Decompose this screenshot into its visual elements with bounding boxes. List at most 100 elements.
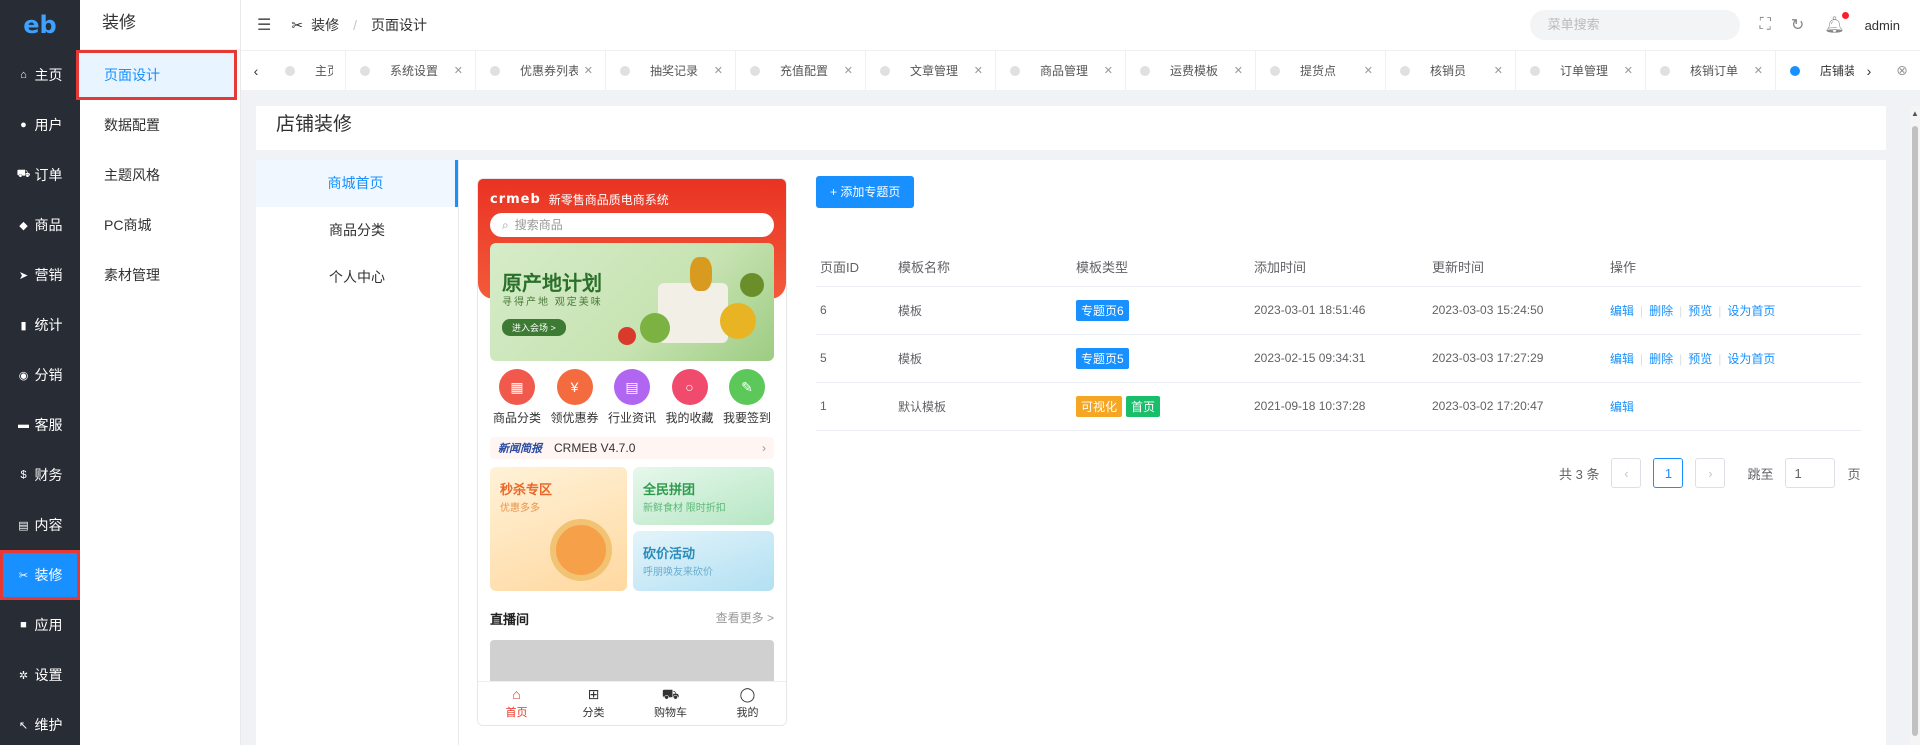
prev-page-button[interactable]: ‹	[1611, 458, 1642, 488]
promo-bargain: 砍价活动 呼朋唤友来砍价	[633, 531, 774, 591]
close-icon[interactable]: ✕	[844, 64, 853, 77]
column-header: 添加时间	[1250, 248, 1428, 287]
jump-page-input[interactable]: 1	[1785, 458, 1836, 488]
sidebar-item-12[interactable]: ■ 应用	[0, 600, 80, 650]
action-link[interactable]: 删除	[1634, 304, 1673, 318]
sidebar-item-11[interactable]: ✂ 装修	[0, 550, 80, 600]
action-link[interactable]: 编辑	[1610, 352, 1634, 366]
submenu-item[interactable]: 数据配置	[80, 100, 240, 150]
scroll-up-icon[interactable]: ▲	[1911, 109, 1919, 118]
tab-item[interactable]: 主页	[271, 51, 346, 90]
tab-item[interactable]: 提货点 ✕	[1256, 51, 1386, 90]
sidebar-item-14[interactable]: ↖ 维护	[0, 700, 80, 745]
tab-item[interactable]: 文章管理 ✕	[866, 51, 996, 90]
sidebar-item-label: 营销	[34, 267, 63, 283]
close-icon[interactable]: ✕	[1624, 64, 1633, 77]
action-link[interactable]: 删除	[1634, 352, 1673, 366]
close-icon[interactable]: ✕	[584, 64, 593, 77]
sidebar-item-3[interactable]: ⛟ 订单	[0, 150, 80, 200]
submenu-item[interactable]: 页面设计	[76, 50, 237, 100]
tab-item[interactable]: 订单管理 ✕	[1516, 51, 1646, 90]
refresh-icon[interactable]: ↻	[1791, 15, 1804, 35]
chevron-right-icon: ›	[762, 441, 766, 455]
sidebar-item-10[interactable]: ▤ 内容	[0, 500, 80, 550]
app-logo[interactable]: eb	[0, 0, 80, 50]
close-icon[interactable]: ✕	[1104, 64, 1113, 77]
sidebar-item-13[interactable]: ✲ 设置	[0, 650, 80, 700]
page-number-button[interactable]: 1	[1653, 458, 1684, 488]
close-icon[interactable]: ✕	[454, 64, 463, 77]
scrollbar-thumb[interactable]	[1912, 126, 1918, 736]
sidebar-item-8[interactable]: ▬ 客服	[0, 400, 80, 450]
type-badge: 可视化	[1076, 395, 1123, 417]
fullscreen-icon[interactable]: ⛶	[1760, 16, 1771, 34]
tab-label: 订单管理	[1560, 64, 1609, 78]
bell-icon[interactable]: 🔔︎	[1824, 12, 1849, 35]
close-all-tabs-icon[interactable]: ⊗	[1884, 62, 1920, 79]
add-topic-page-button[interactable]: + 添加专题页	[816, 176, 915, 208]
close-icon[interactable]: ✕	[1494, 64, 1503, 77]
page-category-item[interactable]: 商城首页	[256, 160, 458, 207]
phone-tab-label: 购物车	[654, 707, 687, 719]
sidebar-item-7[interactable]: ◉ 分销	[0, 350, 80, 400]
sidebar-item-9[interactable]: $ 财务	[0, 450, 80, 500]
sidebar-item-6[interactable]: ▮ 统计	[0, 300, 80, 350]
action-link[interactable]: 设为首页	[1712, 304, 1775, 318]
template-table: 页面ID 模板名称 模板类型 添加时间 更新时间 操作 6 模板 专题页6 2023-03-01…	[816, 248, 1861, 431]
user-menu[interactable]: admin	[1865, 18, 1900, 33]
breadcrumb-root[interactable]: 装修	[311, 15, 339, 35]
submenu-item[interactable]: 素材管理	[80, 250, 240, 300]
tab-item[interactable]: 抽奖记录 ✕	[606, 51, 736, 90]
action-link[interactable]: 编辑	[1610, 304, 1634, 318]
close-icon[interactable]: ✕	[1364, 64, 1373, 77]
cell-type: 可视化 首页	[1072, 382, 1250, 431]
close-icon[interactable]: ✕	[974, 64, 983, 77]
tab-label: 核销员	[1430, 64, 1467, 78]
column-header: 更新时间	[1428, 248, 1606, 287]
cell-id: 6	[816, 286, 894, 335]
tab-item[interactable]: 优惠券列表 ✕	[476, 51, 606, 90]
tab-item[interactable]: 店铺装修	[1776, 51, 1854, 90]
sidebar-item-2[interactable]: ● 用户	[0, 100, 80, 150]
table-row: 1 默认模板 可视化 首页 2021-09-18 10:37:28 2023-03-02 …	[816, 382, 1861, 431]
tabs-scroll-left-icon[interactable]: ‹	[241, 63, 271, 79]
sidebar-item-label: 内容	[34, 517, 63, 533]
action-link[interactable]: 预览	[1673, 304, 1712, 318]
tab-item[interactable]: 充值配置 ✕	[736, 51, 866, 90]
menu-search-input[interactable]: 菜单搜索	[1529, 10, 1740, 40]
tabs-scroll-right-icon[interactable]: ›	[1854, 63, 1884, 79]
tab-item[interactable]: 商品管理 ✕	[996, 51, 1126, 90]
close-icon[interactable]: ✕	[1234, 64, 1243, 77]
close-icon[interactable]: ✕	[714, 64, 723, 77]
tab-item[interactable]: 核销员 ✕	[1386, 51, 1516, 90]
page-category-item[interactable]: 商品分类	[256, 207, 458, 254]
submenu-item[interactable]: 主题风格	[80, 150, 240, 200]
tab-label: 核销订单	[1690, 64, 1739, 78]
phone-tab-1: ⌂ 首页	[478, 682, 555, 725]
tab-item[interactable]: 系统设置 ✕	[346, 51, 476, 90]
action-link[interactable]: 设为首页	[1712, 352, 1775, 366]
next-page-button[interactable]: ›	[1695, 458, 1726, 488]
action-link[interactable]: 编辑	[1610, 400, 1634, 414]
tab-status-dot	[1660, 65, 1670, 76]
phone-menu-icon: ✎	[729, 369, 765, 405]
tab-label: 充值配置	[780, 64, 829, 78]
submenu-item[interactable]: PC商城	[80, 200, 240, 250]
sidebar-item-5[interactable]: ➤ 营销	[0, 250, 80, 300]
tab-item[interactable]: 运费模板 ✕	[1126, 51, 1256, 90]
user-icon: ◯	[739, 686, 756, 702]
action-link[interactable]: 预览	[1673, 352, 1712, 366]
submenu-title: 装修	[80, 0, 240, 50]
cell-updated-time: 2023-03-03 15:24:50	[1428, 286, 1606, 335]
close-icon[interactable]: ✕	[1754, 64, 1763, 77]
page-unit-label: 页	[1847, 466, 1861, 482]
page-scrollbar[interactable]: ▲	[1910, 106, 1920, 745]
tab-item[interactable]: 核销订单 ✕	[1646, 51, 1776, 90]
sidebar-item-4[interactable]: ◆ 商品	[0, 200, 80, 250]
sidebar-item-1[interactable]: ⌂ 主页	[0, 50, 80, 100]
page-category-item[interactable]: 个人中心	[256, 254, 458, 301]
cell-id: 1	[816, 382, 894, 431]
menu-toggle-icon[interactable]: ☰	[257, 15, 271, 35]
phone-menu-item: ¥ 领优惠券	[548, 369, 602, 426]
search-icon: ⌕	[502, 218, 509, 232]
